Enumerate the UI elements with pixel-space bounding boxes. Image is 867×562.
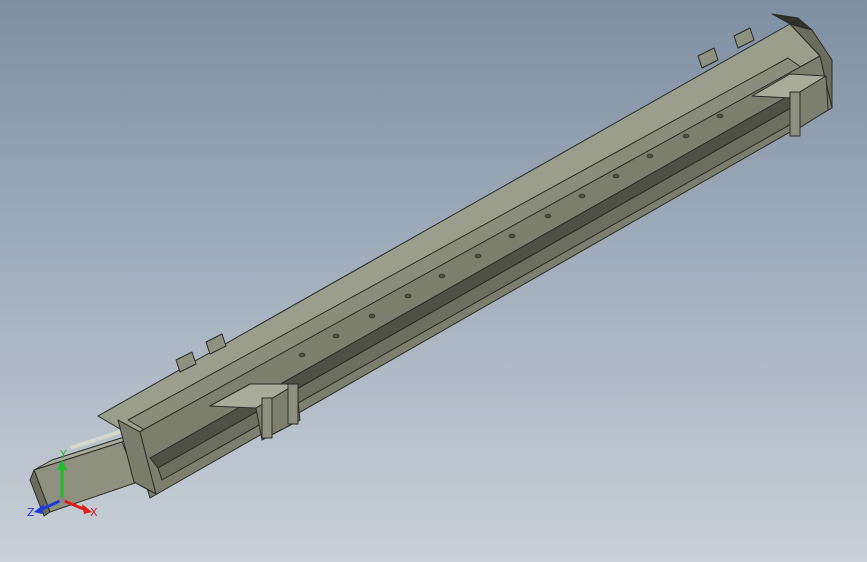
triad-origin — [59, 497, 65, 503]
rail-hole — [404, 293, 412, 299]
rail-hole — [578, 193, 586, 199]
triad-z-label: Z — [27, 506, 35, 519]
rail-hole — [716, 113, 724, 119]
carriage-left-bracket-2 — [287, 383, 299, 425]
rail-hole — [438, 273, 446, 279]
rail-hole — [298, 352, 306, 358]
rail-hole — [682, 133, 690, 139]
rail-hole — [646, 153, 654, 159]
graphics-viewport[interactable]: Y X Z — [0, 0, 867, 562]
rail-hole — [368, 313, 376, 319]
rail-hole — [612, 173, 620, 179]
rail-hole — [544, 213, 552, 219]
carriage-right-bracket — [789, 91, 801, 137]
triad-x-label: X — [90, 506, 98, 519]
rail-hole — [332, 333, 340, 339]
rail-hole — [508, 233, 516, 239]
rail-hole — [474, 253, 482, 259]
triad-y-label: Y — [59, 448, 67, 461]
carriage-left-bracket — [261, 397, 273, 439]
